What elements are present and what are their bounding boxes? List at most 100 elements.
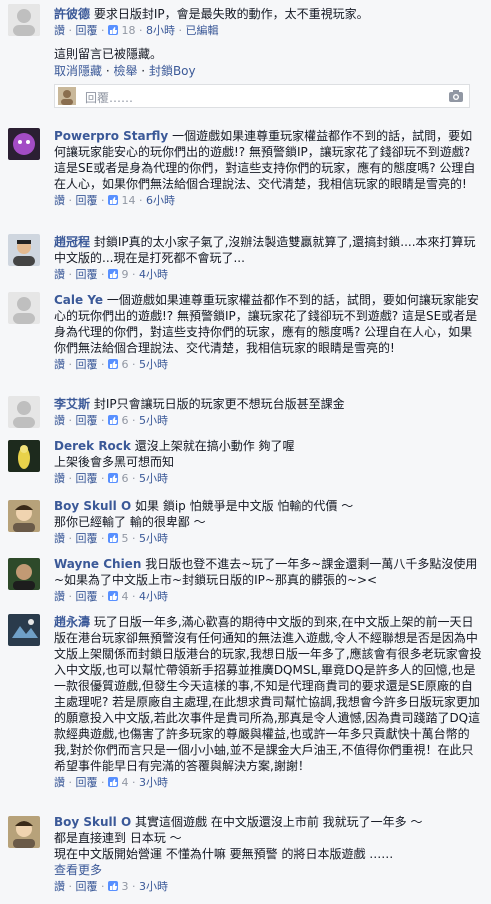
reply-button[interactable]: 回覆 [76, 194, 98, 207]
like-count[interactable]: 9 [108, 268, 129, 281]
comment-meta: 讚 · 回覆 · 6 · 5小時 [54, 414, 168, 427]
like-count[interactable]: 14 [108, 194, 136, 207]
like-button[interactable]: 讚 [54, 880, 65, 893]
like-count[interactable]: 18 [108, 24, 136, 37]
comment-meta: 讚 · 回覆 · 6 · 5小時 [54, 472, 168, 485]
like-button[interactable]: 讚 [54, 194, 65, 207]
reply-button[interactable]: 回覆 [76, 358, 98, 371]
avatar[interactable] [8, 396, 40, 428]
timestamp[interactable]: 5小時 [139, 358, 168, 371]
thumbs-up-icon [108, 195, 118, 205]
reply-button[interactable]: 回覆 [76, 532, 98, 545]
like-count[interactable]: 6 [108, 358, 129, 371]
like-button[interactable]: 讚 [54, 358, 65, 371]
commenter-name[interactable]: Derek Rock [54, 439, 131, 453]
avatar[interactable] [8, 4, 40, 36]
comment-text: 玩了日版一年多,滿心歡喜的期待中文版的到來,在中文版上架的前一天日版在港台玩家卻… [54, 615, 482, 773]
commenter-name[interactable]: 許彼德 [54, 7, 90, 21]
reply-placeholder: 回覆…… [85, 91, 134, 105]
reply-button[interactable]: 回覆 [76, 590, 98, 603]
avatar[interactable] [8, 500, 40, 532]
comment-meta: 讚 · 回覆 · 14 · 6小時 [54, 194, 175, 207]
comment-meta: 讚 · 回覆 · 5 · 5小時 [54, 532, 168, 545]
avatar[interactable] [8, 614, 40, 646]
unhide-link[interactable]: 取消隱藏 [54, 64, 102, 78]
reply-button[interactable]: 回覆 [76, 776, 98, 789]
reply-button[interactable]: 回覆 [76, 880, 98, 893]
timestamp[interactable]: 4小時 [139, 590, 168, 603]
comment-text: 還沒上架就在搞小動作 夠了喔 [134, 439, 295, 453]
thumbs-up-icon [108, 777, 118, 787]
comment-text: 一個遊戲如果連尊重玩家權益都作不到的話，試問，要如何讓玩家能安心的玩你們出的遊戲… [54, 293, 479, 355]
commenter-name[interactable]: Boy Skull O [54, 815, 131, 829]
commenter-name[interactable]: Wayne Chien [54, 557, 141, 571]
comment-text: 其實這個遊戲 在中文版還沒上市前 我就玩了一年多 ～ [135, 815, 423, 829]
like-button[interactable]: 讚 [54, 414, 65, 427]
thumbs-up-icon [108, 881, 118, 891]
comment-meta: 讚 · 回覆 · 18 · 8小時 · 已編輯 [54, 24, 219, 37]
thumbs-up-icon [108, 533, 118, 543]
avatar[interactable] [8, 440, 40, 472]
comment-meta: 讚 · 回覆 · 3 · 3小時 [54, 880, 168, 893]
commenter-name[interactable]: 趙冠程 [54, 235, 90, 249]
like-button[interactable]: 讚 [54, 268, 65, 281]
comment-text: 要求日版封IP，會是最失敗的動作，太不重視玩家。 [93, 7, 369, 21]
like-button[interactable]: 讚 [54, 472, 65, 485]
avatar[interactable] [8, 234, 40, 266]
avatar[interactable] [8, 816, 40, 848]
like-button[interactable]: 讚 [54, 776, 65, 789]
comment-text: 封鎖IP真的太小家子氣了,沒辦法製造雙贏就算了,還搞封鎖....本來打算玩中文版… [54, 235, 476, 265]
commenter-name[interactable]: Boy Skull O [54, 499, 131, 513]
comment-meta: 讚 · 回覆 · 4 · 4小時 [54, 590, 168, 603]
timestamp[interactable]: 3小時 [139, 880, 168, 893]
like-button[interactable]: 讚 [54, 532, 65, 545]
edited-label[interactable]: 已編輯 [186, 24, 219, 37]
thumbs-up-icon [108, 25, 118, 35]
comment-text: 如果 鎖ip 怕競爭是中文版 怕輸的代價 ～ [135, 499, 354, 513]
avatar[interactable] [8, 558, 40, 590]
comment-text-line-2: 上架後會多黑可想而知 [54, 455, 175, 469]
comment-meta: 讚 · 回覆 · 6 · 5小時 [54, 358, 168, 371]
like-count[interactable]: 4 [108, 776, 129, 789]
timestamp[interactable]: 4小時 [139, 268, 168, 281]
comment-text: 封IP只會讓玩日版的玩家更不想玩台版甚至課金 [93, 397, 345, 411]
reply-button[interactable]: 回覆 [76, 24, 98, 37]
timestamp[interactable]: 3小時 [139, 776, 168, 789]
timestamp[interactable]: 8小時 [146, 24, 175, 37]
commenter-name[interactable]: Cale Ye [54, 293, 103, 307]
timestamp[interactable]: 5小時 [139, 532, 168, 545]
thumbs-up-icon [108, 415, 118, 425]
timestamp[interactable]: 6小時 [146, 194, 175, 207]
hidden-notice: 這則留言已被隱藏。 [54, 47, 163, 61]
reply-button[interactable]: 回覆 [76, 414, 98, 427]
commenter-name[interactable]: 李艾斯 [54, 397, 90, 411]
like-count[interactable]: 3 [108, 880, 129, 893]
comment-text-line-2: 都是直接連到 日本玩 ～ [54, 831, 182, 845]
like-button[interactable]: 讚 [54, 590, 65, 603]
see-more-link[interactable]: 查看更多 [54, 862, 483, 878]
avatar[interactable] [8, 292, 40, 324]
reply-button[interactable]: 回覆 [76, 472, 98, 485]
comment-meta: 讚 · 回覆 · 9 · 4小時 [54, 268, 168, 281]
commenter-name[interactable]: 趙永濤 [54, 615, 90, 629]
reply-avatar [58, 87, 76, 105]
avatar[interactable] [8, 128, 40, 160]
thumbs-up-icon [108, 359, 118, 369]
like-count[interactable]: 6 [108, 414, 129, 427]
comment-thread: 許彼德 要求日版封IP，會是最失敗的動作，太不重視玩家。 讚 · 回覆 · 18… [0, 0, 491, 904]
comment-text-line-2: 那你已經輸了 輸的很卑鄙 ～ [54, 515, 206, 529]
thumbs-up-icon [108, 473, 118, 483]
timestamp[interactable]: 5小時 [139, 414, 168, 427]
timestamp[interactable]: 5小時 [139, 472, 168, 485]
reply-button[interactable]: 回覆 [76, 268, 98, 281]
like-button[interactable]: 讚 [54, 24, 65, 37]
like-count[interactable]: 5 [108, 532, 129, 545]
camera-icon[interactable] [449, 90, 463, 102]
like-count[interactable]: 4 [108, 590, 129, 603]
commenter-name[interactable]: Powerpro Starfly [54, 129, 168, 143]
block-link[interactable]: 封鎖Boy [149, 64, 196, 78]
thumbs-up-icon [108, 269, 118, 279]
reply-input[interactable]: 回覆…… [54, 84, 470, 108]
like-count[interactable]: 6 [108, 472, 129, 485]
report-link[interactable]: 檢舉 [113, 64, 137, 78]
